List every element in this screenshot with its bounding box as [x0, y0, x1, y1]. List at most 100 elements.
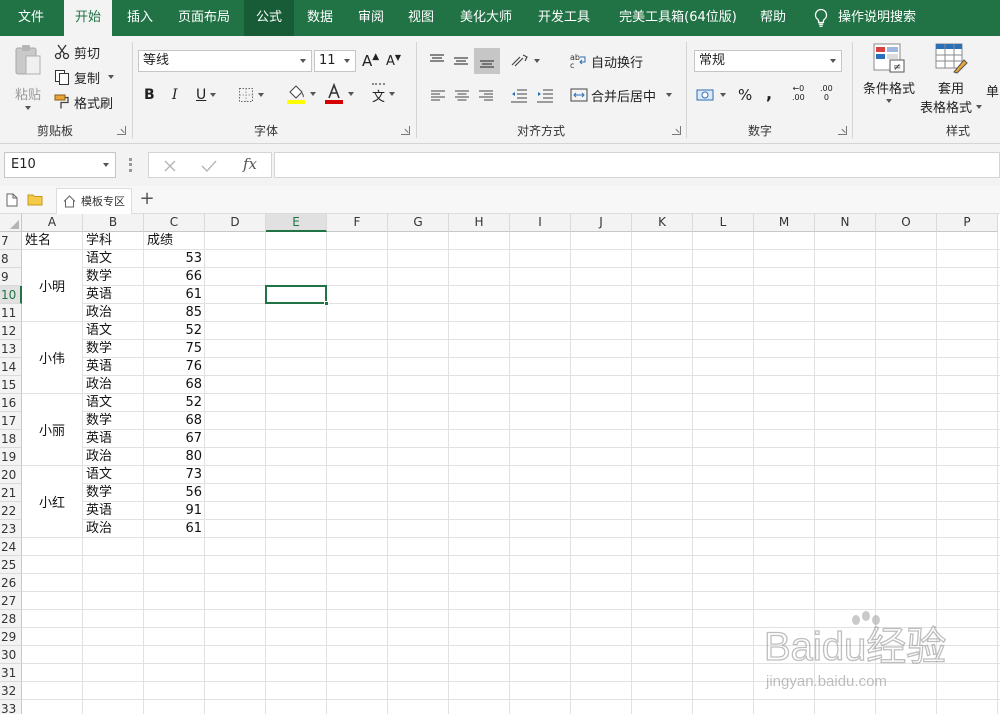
row-header-12[interactable]: 12: [0, 322, 22, 340]
fill-color-button[interactable]: [286, 82, 316, 106]
score-cell[interactable]: 75: [145, 340, 204, 358]
column-header-d[interactable]: D: [205, 214, 266, 232]
row-header-28[interactable]: 28: [0, 610, 22, 628]
row-header-13[interactable]: 13: [0, 340, 22, 358]
format-painter-button[interactable]: 格式刷: [54, 92, 113, 112]
subject-cell[interactable]: 数学: [84, 484, 143, 502]
enter-checkmark-icon[interactable]: [201, 159, 217, 173]
column-header-o[interactable]: O: [876, 214, 937, 232]
subject-cell[interactable]: 政治: [84, 304, 143, 322]
clipboard-dialog-launcher[interactable]: [117, 126, 126, 135]
row-header-18[interactable]: 18: [0, 430, 22, 448]
subject-cell[interactable]: 语文: [84, 466, 143, 484]
new-file-icon[interactable]: [6, 193, 18, 207]
row-header-27[interactable]: 27: [0, 592, 22, 610]
paste-button[interactable]: 粘贴: [8, 42, 48, 112]
row-header-16[interactable]: 16: [0, 394, 22, 412]
row-header-24[interactable]: 24: [0, 538, 22, 556]
borders-button[interactable]: [238, 84, 264, 106]
align-right-button[interactable]: [476, 86, 496, 106]
conditional-formatting-button[interactable]: ≠ 条件格式: [860, 42, 918, 116]
subject-cell[interactable]: 数学: [84, 340, 143, 358]
font-color-button[interactable]: [324, 82, 354, 106]
merged-name-cell[interactable]: 小明: [22, 250, 82, 321]
row-header-20[interactable]: 20: [0, 466, 22, 484]
decrease-indent-button[interactable]: [508, 86, 530, 106]
subject-cell[interactable]: 政治: [84, 448, 143, 466]
tab-file[interactable]: 文件: [0, 0, 62, 36]
alignment-dialog-launcher[interactable]: [672, 126, 681, 135]
tab-formulas[interactable]: 公式: [244, 0, 294, 36]
score-cell[interactable]: 56: [145, 484, 204, 502]
column-header-l[interactable]: L: [693, 214, 754, 232]
percent-style-button[interactable]: %: [738, 84, 752, 106]
fill-handle[interactable]: [324, 301, 329, 306]
row-header-9[interactable]: 9: [0, 268, 22, 286]
column-header-b[interactable]: B: [83, 214, 144, 232]
score-cell[interactable]: 91: [145, 502, 204, 520]
column-header-p[interactable]: P: [937, 214, 998, 232]
row-header-21[interactable]: 21: [0, 484, 22, 502]
orientation-button[interactable]: [510, 50, 540, 72]
row-header-17[interactable]: 17: [0, 412, 22, 430]
tab-developer[interactable]: 开发工具: [528, 0, 600, 36]
row-header-31[interactable]: 31: [0, 664, 22, 682]
row-header-33[interactable]: 33: [0, 700, 22, 714]
tab-home[interactable]: 开始: [64, 0, 112, 36]
bold-button[interactable]: B: [144, 84, 155, 106]
subject-cell[interactable]: 数学: [84, 412, 143, 430]
tab-insert[interactable]: 插入: [116, 0, 164, 36]
score-cell[interactable]: 68: [145, 412, 204, 430]
copy-button[interactable]: 复制: [54, 67, 115, 87]
header-subject-cell[interactable]: 学科: [84, 232, 144, 250]
tab-help[interactable]: 帮助: [752, 0, 794, 36]
row-header-22[interactable]: 22: [0, 502, 22, 520]
tab-beautify-master[interactable]: 美化大师: [450, 0, 522, 36]
tab-data[interactable]: 数据: [298, 0, 342, 36]
comma-style-button[interactable]: ,: [766, 82, 772, 104]
cancel-icon[interactable]: [163, 159, 177, 173]
decrease-decimal-button[interactable]: .00 0: [820, 84, 833, 106]
align-left-button[interactable]: [428, 86, 448, 106]
score-cell[interactable]: 52: [145, 394, 204, 412]
score-cell[interactable]: 67: [145, 430, 204, 448]
wrap-text-button[interactable]: ab c 自动换行: [570, 50, 643, 72]
phonetic-guide-button[interactable]: 文: [372, 82, 396, 106]
italic-button[interactable]: I: [172, 84, 178, 106]
font-name-select[interactable]: 等线: [138, 50, 312, 72]
increase-indent-button[interactable]: [534, 86, 556, 106]
subject-cell[interactable]: 英语: [84, 358, 143, 376]
row-header-14[interactable]: 14: [0, 358, 22, 376]
score-cell[interactable]: 61: [145, 520, 204, 538]
subject-cell[interactable]: 语文: [84, 394, 143, 412]
tab-page-layout[interactable]: 页面布局: [168, 0, 240, 36]
name-box[interactable]: E10: [4, 152, 116, 178]
cut-button[interactable]: 剪切: [54, 42, 100, 62]
score-cell[interactable]: 52: [145, 322, 204, 340]
format-as-table-button[interactable]: 套用 表格格式: [920, 42, 983, 116]
column-header-e[interactable]: E: [266, 214, 327, 232]
select-all-corner[interactable]: [0, 214, 22, 232]
row-header-19[interactable]: 19: [0, 448, 22, 466]
font-dialog-launcher[interactable]: [401, 126, 410, 135]
row-header-26[interactable]: 26: [0, 574, 22, 592]
header-name-cell[interactable]: 姓名: [23, 232, 83, 250]
insert-function-icon[interactable]: fx: [243, 155, 257, 173]
subject-cell[interactable]: 数学: [84, 268, 143, 286]
tab-perfect-toolbox[interactable]: 完美工具箱(64位版): [606, 0, 750, 36]
column-header-a[interactable]: A: [22, 214, 83, 232]
row-header-29[interactable]: 29: [0, 628, 22, 646]
formula-input[interactable]: [274, 152, 1000, 178]
score-cell[interactable]: 66: [145, 268, 204, 286]
score-cell[interactable]: 76: [145, 358, 204, 376]
align-middle-button[interactable]: [450, 50, 472, 72]
align-bottom-button[interactable]: [474, 48, 500, 74]
open-folder-icon[interactable]: [27, 193, 43, 206]
formula-bar-grip-icon[interactable]: [129, 158, 132, 172]
row-header-23[interactable]: 23: [0, 520, 22, 538]
subject-cell[interactable]: 语文: [84, 322, 143, 340]
font-size-select[interactable]: 11: [314, 50, 356, 72]
subject-cell[interactable]: 英语: [84, 286, 143, 304]
merged-name-cell[interactable]: 小丽: [22, 394, 82, 465]
new-tab-plus-icon[interactable]: +: [138, 188, 156, 212]
